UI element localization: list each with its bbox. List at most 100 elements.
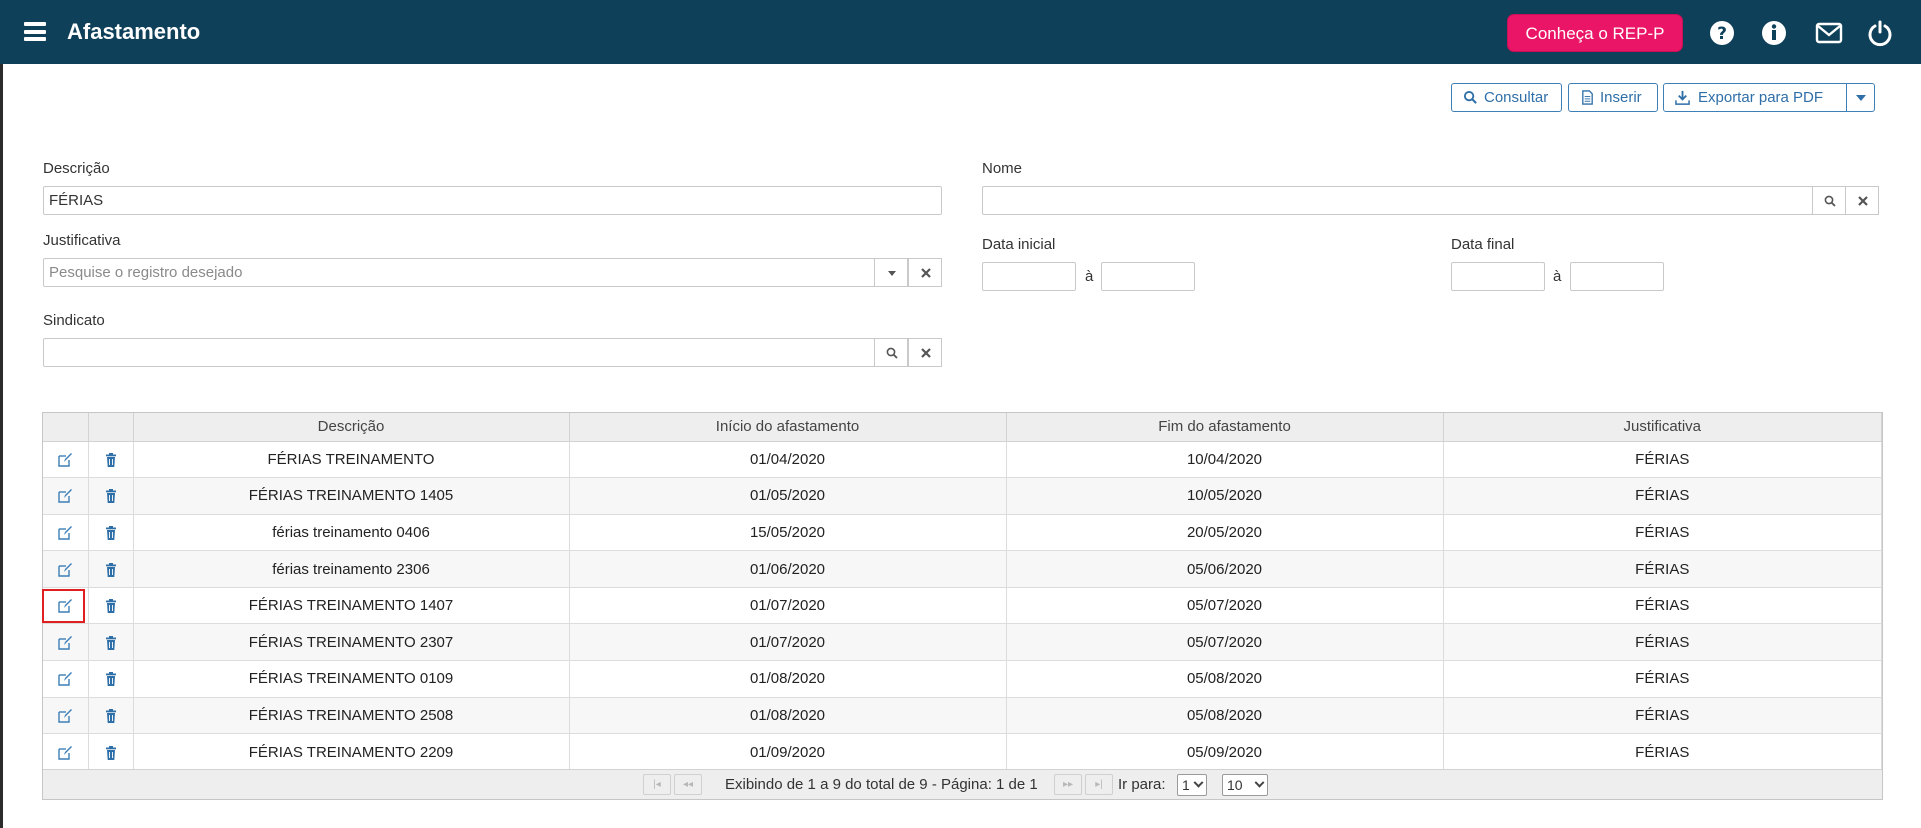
conheca-rep-p-button[interactable]: Conheça o REP-P [1507,14,1683,52]
nome-clear-button[interactable] [1845,186,1879,215]
justificativa-dropdown-button[interactable] [874,258,908,287]
exportar-label: Exportar para PDF [1698,89,1824,106]
trash-icon[interactable] [103,562,119,578]
edit-cell [43,550,89,588]
edit-icon[interactable] [57,708,73,724]
close-icon [1858,196,1868,206]
info-icon[interactable] [1760,19,1788,47]
nome-input[interactable] [982,186,1813,215]
delete-cell [88,587,134,625]
goto-label: Ir para: [1118,776,1166,793]
column-header-descricao[interactable]: Descrição [133,413,570,442]
svg-text:?: ? [1717,24,1727,44]
export-options-dropdown[interactable] [1846,83,1875,112]
edit-cell [43,514,89,552]
cell-descricao: FÉRIAS TREINAMENTO 1405 [133,477,570,515]
data-inicial-to-input[interactable] [1101,262,1195,291]
page-select[interactable]: 1 [1177,774,1207,796]
edit-icon[interactable] [57,452,73,468]
trash-icon[interactable] [103,525,119,541]
table-row[interactable]: FÉRIAS TREINAMENTO 2209 01/09/2020 05/09/2… [43,733,1882,771]
exportar-pdf-button[interactable]: Exportar para PDF [1663,83,1847,112]
cell-justificativa: FÉRIAS [1443,514,1882,552]
descricao-input[interactable]: FÉRIAS [43,186,942,215]
page-size-value: 10 [1227,777,1243,793]
delete-cell [88,660,134,698]
column-header-inicio[interactable]: Início do afastamento [569,413,1007,442]
column-header-fim[interactable]: Fim do afastamento [1006,413,1444,442]
page-select-value: 1 [1182,777,1190,793]
trash-icon[interactable] [103,598,119,614]
trash-icon[interactable] [103,708,119,724]
data-final-to-input[interactable] [1570,262,1664,291]
inserir-label: Inserir [1600,89,1642,106]
edit-icon[interactable] [57,488,73,504]
trash-icon[interactable] [103,745,119,761]
sindicato-label: Sindicato [43,312,105,329]
trash-icon[interactable] [103,635,119,651]
edit-icon[interactable] [57,598,73,614]
cell-justificativa: FÉRIAS [1443,550,1882,588]
consultar-button[interactable]: Consultar [1451,83,1562,112]
cell-justificativa: FÉRIAS [1443,697,1882,735]
cell-inicio: 01/09/2020 [569,733,1007,771]
next-page-button[interactable]: ▸▸ [1054,774,1082,795]
table-row[interactable]: FÉRIAS TREINAMENTO 1405 01/05/2020 10/05/2… [43,477,1882,515]
help-icon[interactable]: ? [1708,19,1736,47]
edit-icon[interactable] [57,671,73,687]
data-inicial-from-input[interactable] [982,262,1076,291]
edit-icon[interactable] [57,745,73,761]
data-final-label: Data final [1451,236,1515,253]
search-icon [1824,195,1836,207]
table-body: FÉRIAS TREINAMENTO 01/04/2020 10/04/2020 FÉ… [43,441,1882,771]
cell-justificativa: FÉRIAS [1443,660,1882,698]
cell-descricao: FÉRIAS TREINAMENTO 2307 [133,623,570,662]
table-row[interactable]: FÉRIAS TREINAMENTO 2508 01/08/2020 05/08/2… [43,697,1882,735]
cell-descricao: FÉRIAS TREINAMENTO 2209 [133,733,570,771]
edit-icon[interactable] [57,635,73,651]
trash-icon[interactable] [103,452,119,468]
power-icon[interactable] [1866,19,1894,47]
justificativa-clear-button[interactable] [908,258,942,287]
justificativa-input[interactable]: Pesquise o registro desejado [43,258,875,287]
cell-fim: 20/05/2020 [1006,514,1444,552]
edit-icon[interactable] [57,562,73,578]
last-page-button[interactable]: ▸| [1085,774,1113,795]
table-row[interactable]: FÉRIAS TREINAMENTO 1407 01/07/2020 05/07/2… [43,587,1882,625]
caret-down-icon [888,271,896,276]
data-final-from-input[interactable] [1451,262,1545,291]
sindicato-search-button[interactable] [874,338,908,367]
table-row[interactable]: férias treinamento 0406 15/05/2020 20/05/2… [43,514,1882,552]
table-row[interactable]: FÉRIAS TREINAMENTO 0109 01/08/2020 05/08/2… [43,660,1882,698]
mail-icon[interactable] [1815,19,1843,47]
sindicato-clear-button[interactable] [908,338,942,367]
search-icon [886,347,898,359]
delete-cell [88,697,134,735]
chevron-down-icon [1193,777,1204,788]
cell-justificativa: FÉRIAS [1443,477,1882,515]
menu-icon[interactable] [24,22,46,41]
cell-fim: 05/07/2020 [1006,587,1444,625]
cell-fim: 10/05/2020 [1006,477,1444,515]
inserir-button[interactable]: Inserir [1568,83,1658,112]
edit-cell [43,697,89,735]
caret-down-icon [1856,95,1866,101]
first-page-button[interactable]: |◂ [643,774,671,795]
column-header-justificativa[interactable]: Justificativa [1443,413,1882,442]
table-row[interactable]: FÉRIAS TREINAMENTO 2307 01/07/2020 05/07/2… [43,623,1882,662]
trash-icon[interactable] [103,671,119,687]
table-row[interactable]: FÉRIAS TREINAMENTO 01/04/2020 10/04/2020 FÉ… [43,441,1882,479]
page-size-select[interactable]: 10 [1222,774,1268,796]
prev-page-button[interactable]: ◂◂ [674,774,702,795]
cell-descricao: férias treinamento 2306 [133,550,570,588]
edit-icon[interactable] [57,525,73,541]
trash-icon[interactable] [103,488,119,504]
table-row[interactable]: férias treinamento 2306 01/06/2020 05/06/2… [43,550,1882,588]
edit-cell [43,733,89,771]
delete-cell [88,623,134,662]
sindicato-input[interactable] [43,338,875,367]
cell-descricao: FÉRIAS TREINAMENTO 1407 [133,587,570,625]
close-icon [921,348,931,358]
nome-search-button[interactable] [1812,186,1846,215]
data-final-separator: à [1553,268,1562,285]
